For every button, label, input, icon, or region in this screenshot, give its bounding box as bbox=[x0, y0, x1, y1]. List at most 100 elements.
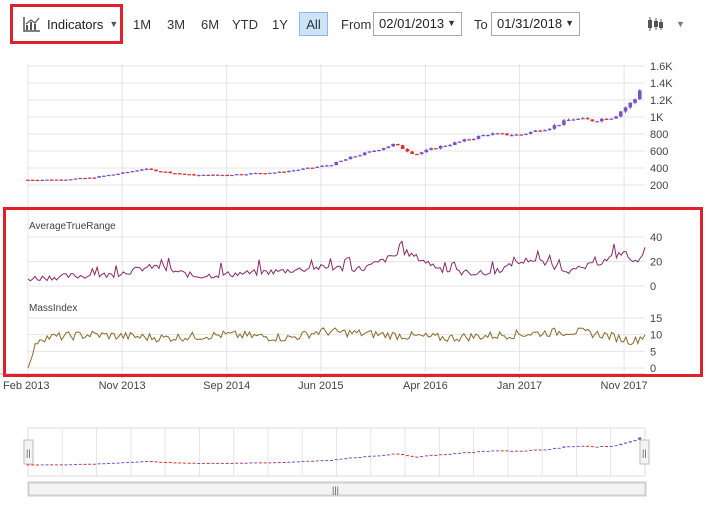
navigator-candle bbox=[339, 458, 343, 460]
price-candle bbox=[73, 178, 78, 180]
price-candle bbox=[528, 131, 533, 134]
price-candle bbox=[282, 171, 286, 173]
price-candle bbox=[64, 179, 68, 181]
navigator-candle bbox=[26, 464, 30, 466]
price-y-tick-label: 1K bbox=[650, 112, 664, 124]
navigator-candle bbox=[306, 460, 310, 462]
price-candle bbox=[83, 177, 87, 180]
navigator-candle bbox=[320, 460, 324, 462]
navigator-candle bbox=[35, 464, 39, 466]
navigator-candle bbox=[334, 459, 338, 461]
price-candle bbox=[234, 174, 239, 176]
price-y-tick-label: 800 bbox=[650, 129, 668, 141]
price-candle bbox=[628, 102, 633, 108]
navigator-candle bbox=[382, 454, 386, 456]
navigator-candle bbox=[135, 461, 139, 463]
navigator-candle bbox=[524, 450, 528, 452]
price-candle bbox=[272, 172, 277, 174]
navigator-candle bbox=[491, 450, 495, 452]
price-pane: 200 400 600 800 1K 1.2K 1.4K 1.6K bbox=[26, 61, 673, 192]
price-candle bbox=[130, 171, 135, 173]
navigator-candle bbox=[88, 463, 92, 465]
navigator-candle bbox=[562, 446, 566, 448]
x-tick-label: Sep 2014 bbox=[203, 380, 250, 392]
navigator-candle bbox=[31, 464, 35, 466]
price-candle bbox=[509, 135, 514, 137]
navigator-candle bbox=[543, 449, 547, 451]
navigator-candle bbox=[54, 464, 58, 466]
price-y-tick-label: 200 bbox=[650, 180, 668, 192]
price-candle bbox=[177, 173, 182, 175]
price-y-tick-label: 600 bbox=[650, 146, 668, 158]
price-candle bbox=[471, 138, 476, 141]
price-candle bbox=[362, 152, 367, 156]
navigator-candle bbox=[548, 448, 552, 450]
price-candle bbox=[215, 174, 220, 176]
navigator-candle bbox=[244, 462, 248, 464]
price-candle bbox=[386, 146, 391, 149]
x-tick-label: Feb 2013 bbox=[3, 380, 49, 392]
price-candle bbox=[324, 165, 329, 167]
price-candle bbox=[609, 118, 614, 120]
x-tick-label: Nov 2013 bbox=[99, 380, 146, 392]
navigator-candle bbox=[287, 461, 291, 463]
navigator-candle bbox=[624, 442, 628, 444]
price-candle bbox=[358, 155, 362, 157]
navigator-candle bbox=[140, 461, 144, 463]
price-candle bbox=[543, 130, 547, 132]
navigator-candle bbox=[154, 461, 158, 463]
price-candle bbox=[419, 152, 424, 155]
navigator-candle bbox=[69, 464, 73, 466]
mass-y-tick-label: 0 bbox=[650, 363, 656, 375]
navigator-candle bbox=[415, 456, 419, 458]
price-candle bbox=[424, 149, 429, 153]
x-tick-label: Nov 2017 bbox=[601, 380, 648, 392]
navigator-candle bbox=[121, 462, 125, 464]
price-candle bbox=[476, 135, 481, 139]
navigator-candle bbox=[538, 449, 542, 451]
navigator-candle bbox=[586, 445, 590, 447]
price-candle bbox=[490, 133, 495, 136]
price-candle bbox=[334, 162, 339, 166]
navigator-candle bbox=[571, 446, 575, 448]
navigator-candle bbox=[178, 462, 182, 464]
atr-y-tick-label: 0 bbox=[650, 281, 656, 293]
price-y-tick-label: 1.2K bbox=[650, 95, 673, 107]
price-candle bbox=[391, 143, 395, 147]
price-candle bbox=[54, 179, 59, 181]
navigator-candle bbox=[495, 450, 499, 452]
navigator-candle bbox=[567, 446, 571, 448]
navigator-candle bbox=[168, 461, 172, 463]
navigator-candle bbox=[581, 445, 585, 447]
price-candle bbox=[116, 173, 120, 175]
price-candle bbox=[581, 118, 585, 120]
price-candle bbox=[457, 141, 462, 143]
navigator-candle bbox=[424, 455, 428, 457]
price-candle bbox=[249, 173, 253, 175]
price-candle bbox=[524, 133, 528, 136]
navigator-candle bbox=[311, 460, 315, 462]
price-candle bbox=[571, 119, 576, 121]
navigator-candle bbox=[239, 462, 243, 464]
price-candle bbox=[353, 156, 358, 158]
navigator-candle bbox=[372, 455, 376, 457]
navigator-candle bbox=[377, 455, 381, 457]
price-candle bbox=[434, 148, 438, 150]
price-candle bbox=[206, 174, 211, 176]
price-candle bbox=[623, 107, 628, 112]
price-y-tick-label: 1.6K bbox=[650, 61, 673, 73]
price-candle bbox=[348, 156, 353, 160]
price-candle bbox=[405, 149, 410, 152]
navigator-candle bbox=[102, 463, 106, 465]
navigator-candle bbox=[206, 462, 210, 464]
navigator-candle bbox=[164, 461, 168, 463]
price-candle bbox=[306, 167, 310, 169]
price-candle bbox=[149, 168, 154, 170]
price-candle bbox=[196, 175, 201, 177]
navigator-candle bbox=[216, 462, 220, 464]
navigator-candle bbox=[514, 450, 518, 452]
navigator-candle bbox=[258, 462, 262, 464]
navigator-candle bbox=[301, 461, 305, 463]
navigator-candle bbox=[533, 449, 537, 451]
price-candle bbox=[415, 153, 419, 156]
